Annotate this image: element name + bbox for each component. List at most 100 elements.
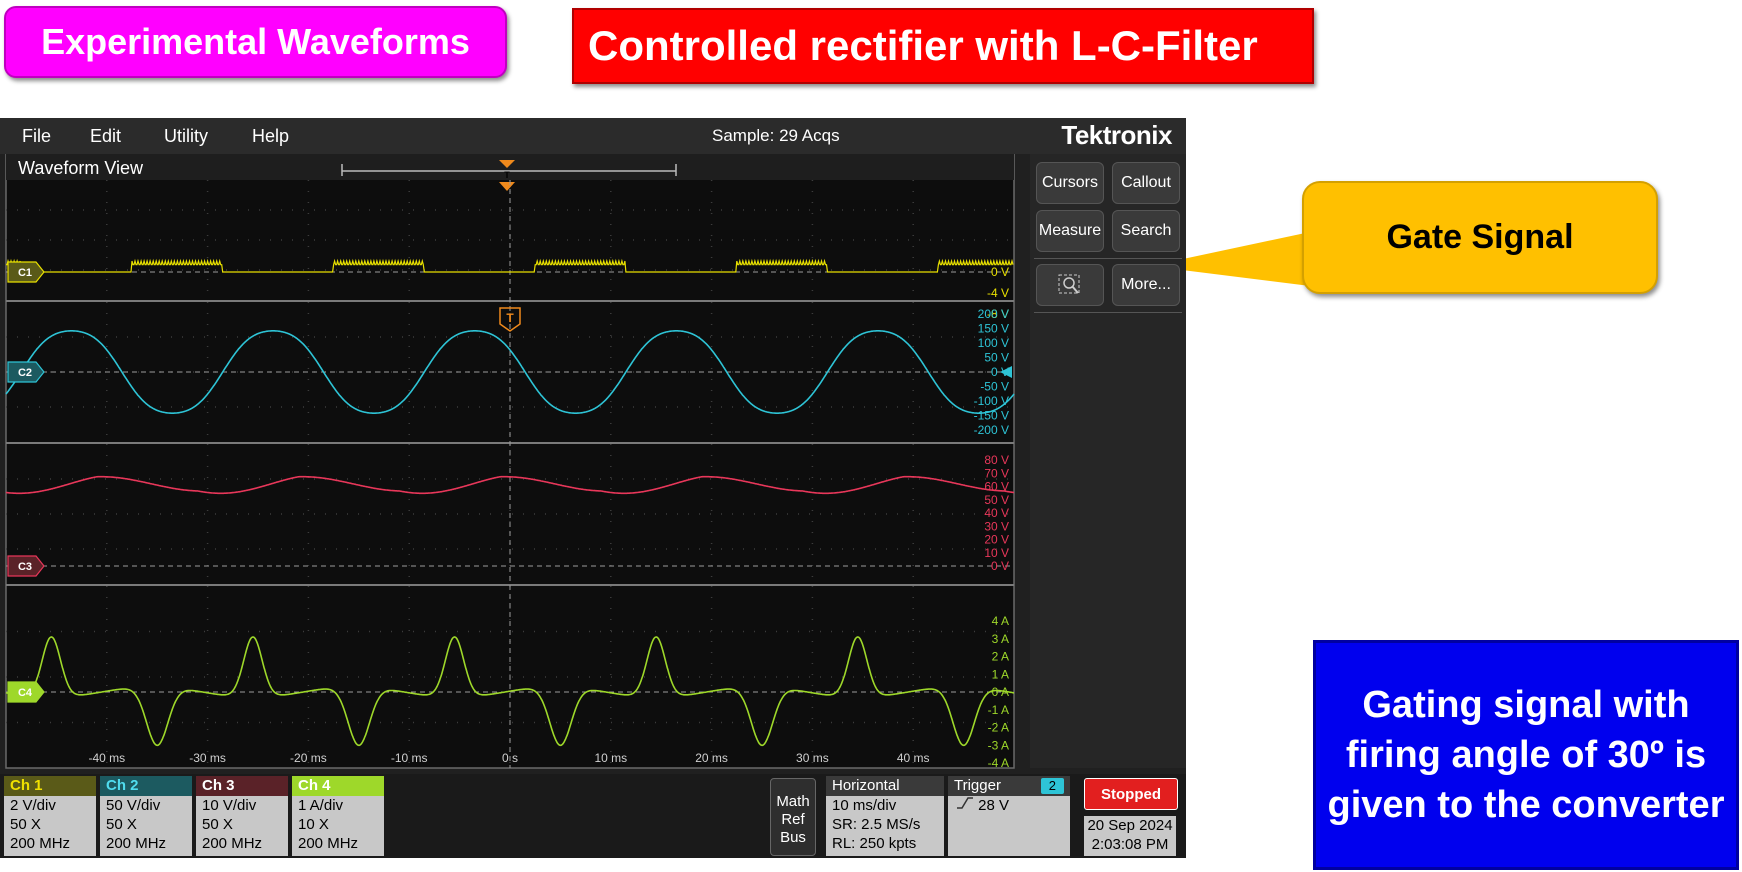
ch1-badge[interactable]: Ch 1 2 V/div 50 X 200 MHz (4, 776, 96, 856)
axis-tick-label: -100 V (974, 394, 1009, 408)
oscilloscope-window: File Edit Utility Help Sample: 29 Acqs T… (0, 118, 1186, 858)
axis-tick-label: -2 A (988, 721, 1009, 735)
horizontal-badge[interactable]: Horizontal 10 ms/div SR: 2.5 MS/s RL: 25… (826, 776, 944, 856)
time-tick-label: 40 ms (897, 751, 930, 765)
axis-tick-label: 200 V (978, 307, 1009, 321)
run-stop-button[interactable]: Stopped (1084, 778, 1178, 810)
axis-tick-label: -1 A (988, 703, 1009, 717)
rising-edge-icon (957, 797, 973, 809)
time-tick-label: 10 ms (594, 751, 627, 765)
gate-signal-callout: Gate Signal (1302, 181, 1658, 294)
menu-bar: File Edit Utility Help Sample: 29 Acqs T… (0, 118, 1186, 154)
bus-label: Bus (780, 829, 806, 846)
ch1-bandwidth: 200 MHz (10, 835, 71, 852)
axis-tick-label: 50 V (984, 351, 1009, 365)
more-button[interactable]: More... (1112, 264, 1180, 306)
channel-tag-label: C3 (18, 561, 32, 573)
time-tick-label: -10 ms (391, 751, 428, 765)
axis-tick-label: 30 V (984, 519, 1009, 533)
axis-tick-label: 150 V (978, 322, 1009, 336)
cursors-button[interactable]: Cursors (1036, 162, 1104, 204)
ch3-name: Ch 3 (196, 776, 288, 796)
sample-rate: SR: 2.5 MS/s (832, 816, 921, 833)
ch2-badge[interactable]: Ch 2 50 V/div 50 X 200 MHz (100, 776, 192, 856)
info-line: Gating signal with (1362, 684, 1690, 726)
ch1-name: Ch 1 (4, 776, 96, 796)
sample-status: Sample: 29 Acqs (712, 126, 840, 145)
axis-tick-label: 10 V (984, 546, 1009, 560)
ch3-badge[interactable]: Ch 3 10 V/div 50 X 200 MHz (196, 776, 288, 856)
time-tick-label: 30 ms (796, 751, 829, 765)
title-banner: Controlled rectifier with L-C-Filter (572, 8, 1314, 84)
ref-label: Ref (781, 811, 805, 828)
ch1-scale: 2 V/div (10, 797, 56, 814)
side-panel: Cursors Callout Measure Search More... (1030, 154, 1186, 768)
record-trigger-label: T (504, 170, 510, 180)
sidebar-divider (1034, 258, 1182, 259)
axis-tick-label: 70 V (984, 466, 1009, 480)
math-label: Math (776, 793, 810, 810)
menu-help[interactable]: Help (252, 126, 289, 147)
axis-tick-label: 4 A (992, 614, 1009, 628)
time-tick-label: 20 ms (695, 751, 728, 765)
ch2-probe: 50 X (106, 816, 137, 833)
time-label: 2:03:08 PM (1091, 836, 1169, 853)
callout-button[interactable]: Callout (1112, 162, 1180, 204)
math-ref-bus-button[interactable]: Math Ref Bus (770, 778, 816, 856)
settings-bar: Ch 1 2 V/div 50 X 200 MHz Ch 2 50 V/div … (0, 774, 1186, 858)
trigger-header: Trigger 2 (948, 776, 1070, 796)
axis-tick-label: -4 V (987, 286, 1009, 300)
trigger-badge[interactable]: Trigger 2 28 V (948, 776, 1070, 856)
axis-tick-label: -50 V (980, 380, 1009, 394)
ch4-name: Ch 4 (292, 776, 384, 796)
info-box: Gating signal with firing angle of 30º i… (1313, 640, 1739, 870)
axis-tick-label: 3 A (992, 632, 1009, 646)
channel-tag-label: C1 (18, 267, 32, 279)
waveform-display: 0 V-4 V-8 V200 V150 V100 V50 V0 V-50 V-1… (5, 154, 1015, 770)
axis-tick-label: 0 A (992, 685, 1009, 699)
axis-tick-label: -3 A (988, 738, 1009, 752)
waveform-view-header (6, 154, 1014, 180)
axis-tick-label: 0 V (991, 559, 1009, 573)
ch4-probe: 10 X (298, 816, 329, 833)
record-length: RL: 250 kpts (832, 835, 917, 852)
time-tick-label: 0 s (502, 751, 518, 765)
axis-tick-label: 1 A (992, 667, 1009, 681)
axis-tick-label: 50 V (984, 493, 1009, 507)
measure-button[interactable]: Measure (1036, 210, 1104, 252)
experimental-waveforms-banner: Experimental Waveforms (4, 6, 507, 78)
trigger-level-row: 28 V (948, 796, 1070, 815)
ch3-scale: 10 V/div (202, 797, 257, 814)
date-time: 20 Sep 2024 2:03:08 PM (1084, 816, 1176, 856)
ch2-bandwidth: 200 MHz (106, 835, 167, 852)
axis-tick-label: 20 V (984, 533, 1009, 547)
sidebar-divider (1034, 312, 1182, 313)
menu-file[interactable]: File (22, 126, 51, 147)
time-tick-label: -40 ms (88, 751, 125, 765)
zoom-icon (1058, 274, 1080, 294)
ch3-probe: 50 X (202, 816, 233, 833)
search-button[interactable]: Search (1112, 210, 1180, 252)
axis-tick-label: 100 V (978, 336, 1009, 350)
waveform-view-title: Waveform View (18, 158, 144, 178)
menu-utility[interactable]: Utility (164, 126, 208, 147)
info-line: given to the converter (1327, 784, 1725, 826)
ch3-bandwidth: 200 MHz (202, 835, 263, 852)
ch4-badge[interactable]: Ch 4 1 A/div 10 X 200 MHz (292, 776, 384, 856)
horizontal-scale: 10 ms/div (832, 797, 897, 814)
axis-tick-label: 80 V (984, 453, 1009, 467)
axis-tick-label: -4 A (988, 756, 1009, 770)
date-label: 20 Sep 2024 (1087, 817, 1173, 834)
menu-edit[interactable]: Edit (90, 126, 121, 147)
axis-tick-label: 0 V (991, 265, 1009, 279)
ch2-scale: 50 V/div (106, 797, 161, 814)
ch1-probe: 50 X (10, 816, 41, 833)
tektronix-logo: Tektronix (1061, 120, 1172, 150)
zoom-button[interactable] (1036, 264, 1104, 306)
time-tick-label: -30 ms (189, 751, 226, 765)
ch2-name: Ch 2 (100, 776, 192, 796)
info-line: firing angle of 30º is (1345, 734, 1707, 776)
time-tick-label: -20 ms (290, 751, 327, 765)
channel-tag-label: C2 (18, 367, 32, 379)
trigger-title: Trigger (954, 777, 1001, 794)
